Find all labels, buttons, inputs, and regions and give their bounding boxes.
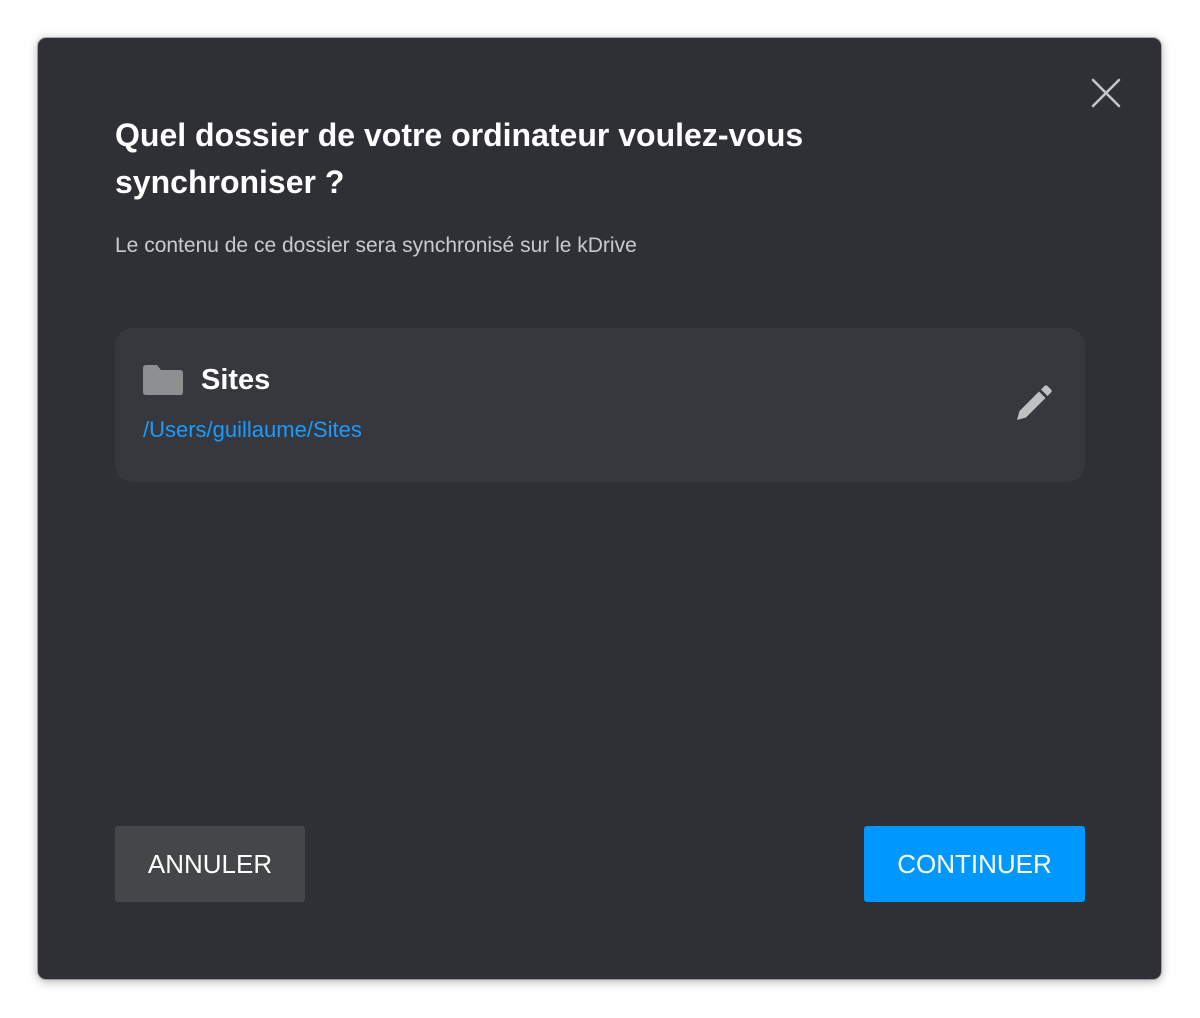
pencil-icon bbox=[1017, 385, 1052, 420]
selected-folder-card: Sites /Users/guillaume/Sites bbox=[115, 328, 1085, 482]
edit-folder-button[interactable] bbox=[1015, 384, 1053, 422]
dialog-title: Quel dossier de votre ordinateur voulez-… bbox=[115, 117, 804, 200]
folder-icon bbox=[143, 365, 183, 395]
cancel-button[interactable]: ANNULER bbox=[115, 826, 305, 902]
folder-name: Sites bbox=[201, 364, 271, 396]
close-button[interactable] bbox=[1089, 76, 1123, 110]
dialog-subtitle: Le contenu de ce dossier sera synchronis… bbox=[115, 234, 637, 257]
close-icon bbox=[1091, 78, 1121, 108]
folder-path: /Users/guillaume/Sites bbox=[143, 417, 362, 442]
sync-folder-dialog: Quel dossier de votre ordinateur voulez-… bbox=[38, 38, 1161, 979]
continue-button[interactable]: CONTINUER bbox=[864, 826, 1085, 902]
